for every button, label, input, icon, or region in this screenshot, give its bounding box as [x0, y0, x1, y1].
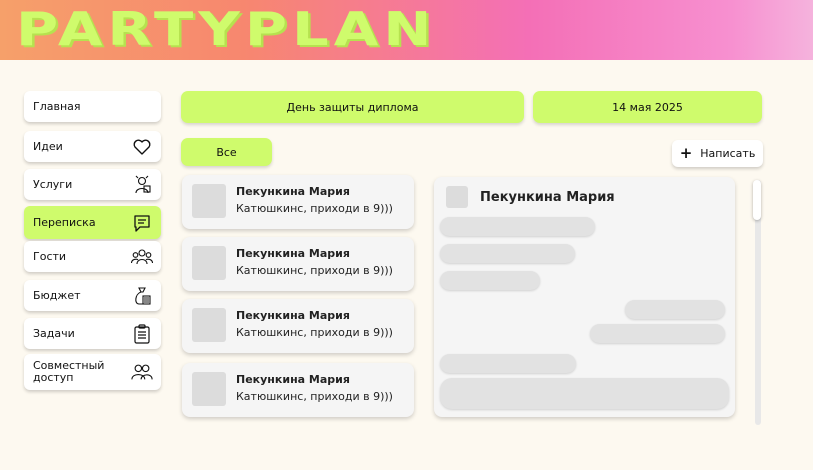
sidebar-item-ideas[interactable]: Идеи [24, 131, 161, 162]
sidebar-item-label: Совместный доступ [33, 359, 105, 384]
message-bubble-incoming [440, 271, 540, 290]
chat-list-item[interactable]: Пекункина Мария Катюшкинс, приходи в 9))… [182, 175, 414, 229]
heart-icon [131, 136, 153, 158]
avatar [192, 308, 226, 342]
chat-preview: Катюшкинс, приходи в 9))) [236, 390, 393, 403]
event-date-button[interactable]: 14 мая 2025 [533, 91, 762, 123]
clipboard-icon [131, 323, 153, 345]
sidebar-item-label: Переписка [33, 215, 96, 229]
sidebar-item-budget[interactable]: Бюджет [24, 280, 161, 311]
chat-list-item[interactable]: Пекункина Мария Катюшкинс, приходи в 9))… [182, 299, 414, 353]
sidebar-item-label: Услуги [33, 177, 73, 191]
services-person-icon [131, 174, 153, 196]
plus-icon: + [679, 144, 693, 162]
sidebar-item-messages[interactable]: Переписка [24, 206, 161, 239]
chat-icon [131, 212, 153, 234]
shared-users-icon [131, 361, 153, 383]
chat-name: Пекункина Мария [236, 309, 350, 322]
filter-all-button[interactable]: Все [181, 138, 272, 166]
sidebar-item-shared-access[interactable]: Совместный доступ [24, 354, 161, 390]
chat-preview: Катюшкинс, приходи в 9))) [236, 326, 393, 339]
message-bubble-incoming [440, 354, 576, 373]
sidebar-item-label: Бюджет [33, 288, 81, 302]
conversation-panel: Пекункина Мария [434, 177, 735, 417]
sidebar-item-label: Задачи [33, 326, 75, 340]
sidebar-item-label: Идеи [33, 139, 63, 153]
sidebar-item-guests[interactable]: Гости [24, 241, 161, 272]
avatar [192, 184, 226, 218]
app-header: PARTYPLAN [0, 0, 813, 60]
message-bubble-outgoing [625, 300, 725, 319]
app-logo[interactable]: PARTYPLAN [16, 6, 436, 52]
write-button-label: Написать [700, 147, 756, 160]
message-input[interactable] [440, 378, 729, 409]
sidebar-item-services[interactable]: Услуги [24, 169, 161, 200]
chat-preview: Катюшкинс, приходи в 9))) [236, 202, 393, 215]
chat-name: Пекункина Мария [236, 185, 350, 198]
money-bag-icon [131, 285, 153, 307]
message-bubble-incoming [440, 217, 595, 236]
avatar [192, 246, 226, 280]
conversation-name: Пекункина Мария [480, 190, 615, 205]
chat-list-item[interactable]: Пекункина Мария Катюшкинс, приходи в 9))… [182, 237, 414, 291]
chat-list-item[interactable]: Пекункина Мария Катюшкинс, приходи в 9))… [182, 363, 414, 417]
write-button[interactable]: + Написать [672, 140, 763, 167]
sidebar-item-label: Главная [33, 99, 81, 113]
guests-icon [131, 246, 153, 268]
event-name-button[interactable]: День защиты диплома [181, 91, 524, 123]
chat-name: Пекункина Мария [236, 373, 350, 386]
avatar [192, 372, 226, 406]
sidebar-item-label: Гости [33, 249, 67, 263]
sidebar-item-home[interactable]: Главная [24, 91, 161, 122]
scrollbar-thumb[interactable] [753, 180, 761, 220]
chat-preview: Катюшкинс, приходи в 9))) [236, 264, 393, 277]
sidebar-item-tasks[interactable]: Задачи [24, 318, 161, 349]
message-bubble-outgoing [590, 324, 725, 343]
message-bubble-incoming [440, 244, 575, 263]
avatar [446, 186, 468, 208]
chat-name: Пекункина Мария [236, 247, 350, 260]
